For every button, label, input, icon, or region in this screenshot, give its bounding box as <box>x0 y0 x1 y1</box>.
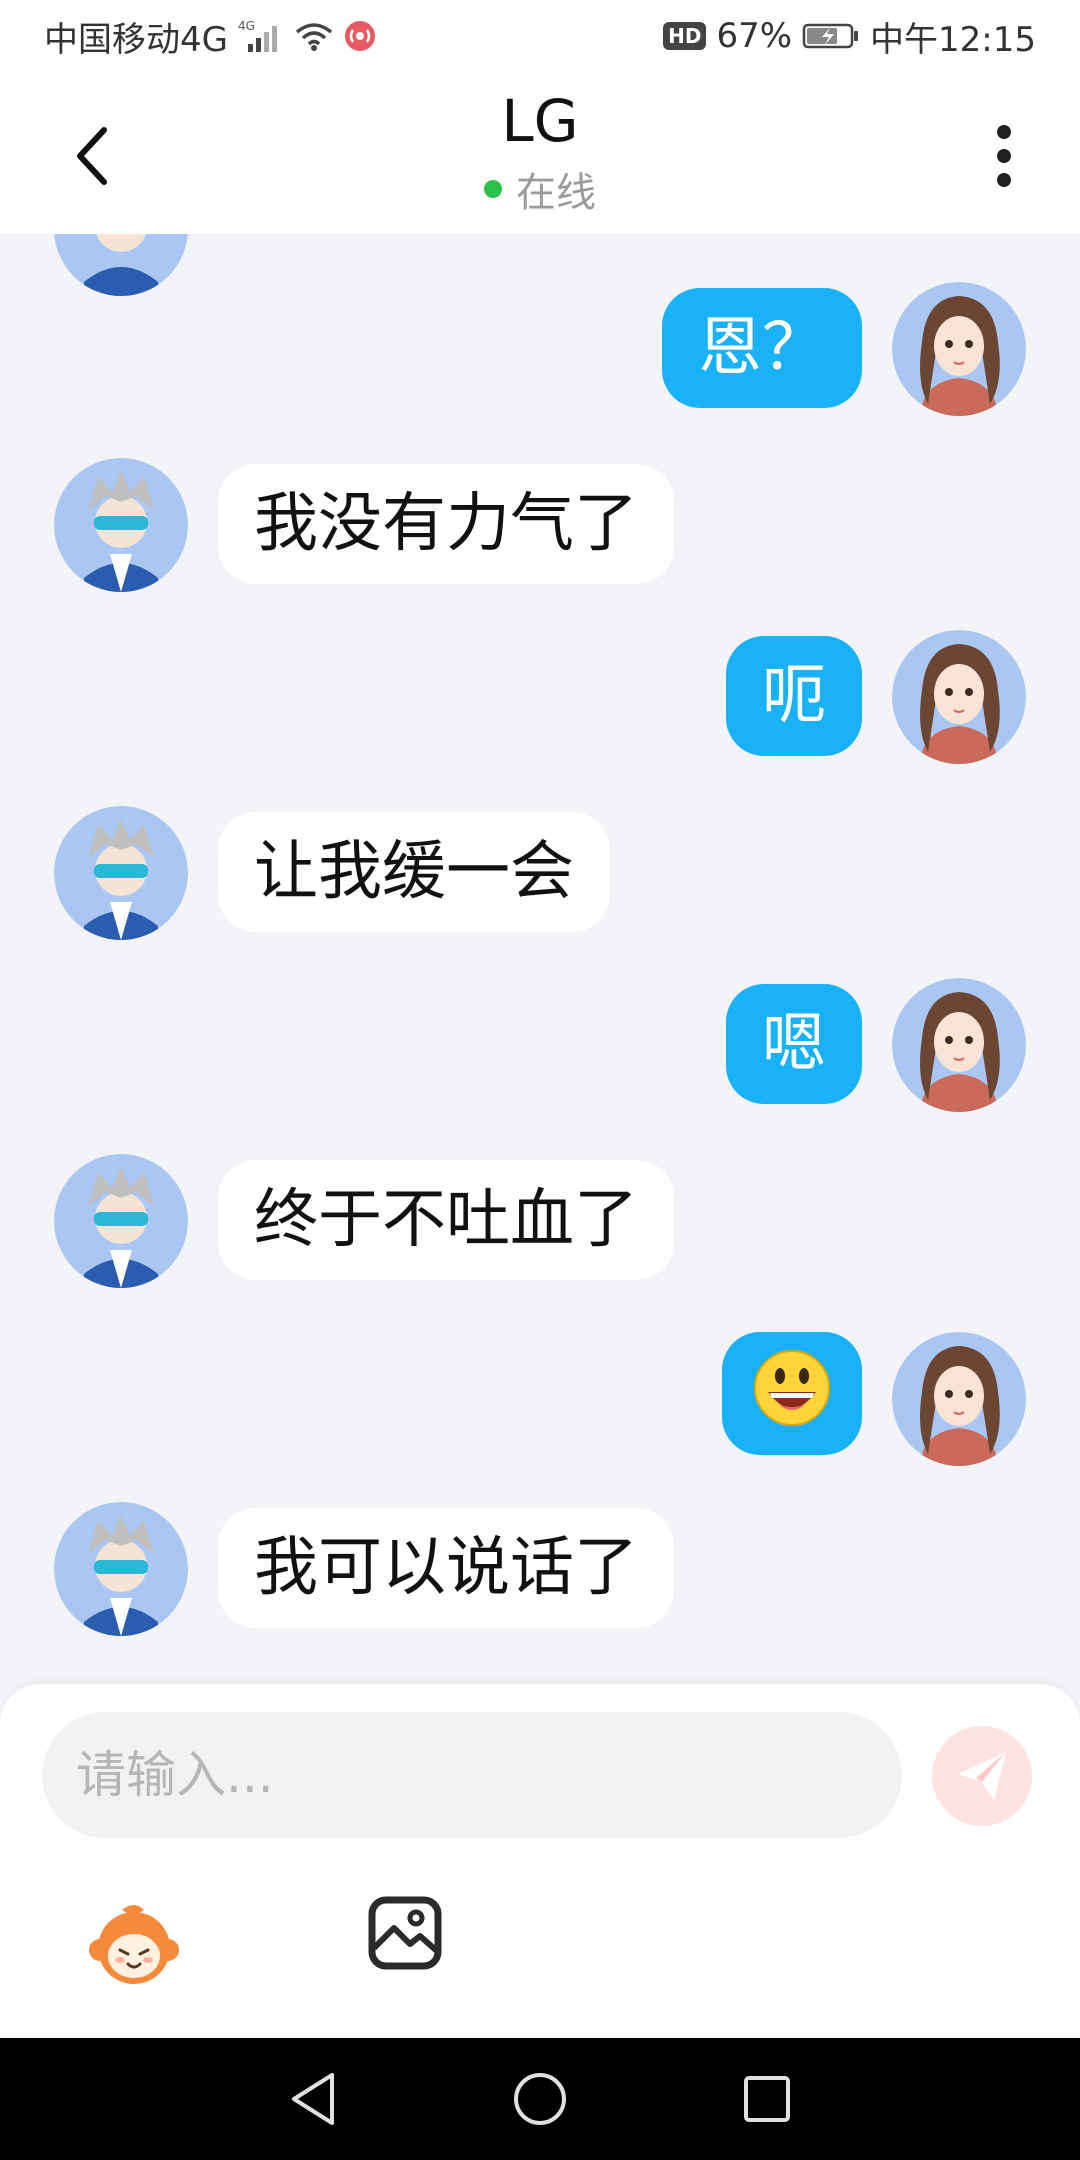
chat-header: LG 在线 <box>0 72 1080 234</box>
nav-home-button[interactable] <box>505 2064 575 2134</box>
contact-avatar[interactable] <box>54 806 188 940</box>
signal-icon: 4G <box>238 18 284 54</box>
incoming-bubble[interactable]: 我可以说话了 <box>218 1508 674 1628</box>
incoming-bubble[interactable]: 终于不吐血了 <box>218 1160 674 1280</box>
incoming-bubble[interactable]: 让我缓一会 <box>218 812 610 932</box>
svg-text:4G: 4G <box>238 19 255 33</box>
paper-plane-icon <box>958 1752 1006 1800</box>
hd-badge: HD <box>663 22 707 50</box>
sticker-button[interactable] <box>86 1896 182 1992</box>
status-left: 中国移动4G 4G <box>44 12 376 61</box>
emoji-bubble[interactable] <box>722 1332 862 1455</box>
home-circle-icon <box>513 2073 566 2125</box>
incoming-bubble[interactable]: 我没有力气了 <box>218 464 674 584</box>
outgoing-bubble[interactable]: 嗯 <box>726 984 862 1104</box>
status-bar: 中国移动4G 4G HD 67% 中午12:15 <box>0 0 1080 72</box>
image-icon <box>368 1896 442 1970</box>
nav-back-button[interactable] <box>278 2064 348 2134</box>
presence-status: 在线 <box>484 160 596 218</box>
clock: 中午12:15 <box>870 19 1036 60</box>
contact-avatar[interactable] <box>54 458 188 592</box>
outgoing-bubble[interactable]: 恩？ <box>662 288 862 408</box>
carrier-label: 中国移动4G <box>44 19 228 60</box>
contact-name: LG <box>501 87 579 155</box>
title-block: LG 在线 <box>0 87 1080 218</box>
smiley-emoji-icon <box>754 1350 830 1426</box>
composer-panel <box>0 1684 1080 2038</box>
online-dot-icon <box>484 179 502 198</box>
my-avatar[interactable] <box>892 978 1026 1112</box>
system-nav-bar <box>0 2038 1080 2160</box>
presence-label: 在线 <box>516 169 596 216</box>
outgoing-bubble[interactable]: 呃 <box>726 636 862 756</box>
my-avatar[interactable] <box>892 1332 1026 1466</box>
battery-percent: 67% <box>716 16 793 56</box>
recents-square-icon <box>743 2076 790 2122</box>
back-triangle-icon <box>292 2073 335 2125</box>
hotspot-icon <box>344 20 376 52</box>
contact-avatar[interactable] <box>54 1502 188 1636</box>
status-right: HD 67% 中午12:15 <box>663 12 1036 61</box>
my-avatar[interactable] <box>892 630 1026 764</box>
message-list[interactable]: 恩？ 我没有力气了 呃 让我缓一会 嗯 终于不吐血了 我可以说话了 <box>0 234 1080 1684</box>
more-options-button[interactable] <box>984 116 1024 196</box>
image-button[interactable] <box>368 1896 442 1970</box>
message-input[interactable] <box>42 1712 902 1838</box>
contact-avatar[interactable] <box>54 234 188 296</box>
sticker-icon <box>89 1905 179 1984</box>
more-vertical-icon <box>997 125 1011 187</box>
nav-recents-button[interactable] <box>732 2064 802 2134</box>
wifi-icon <box>294 20 334 52</box>
contact-avatar[interactable] <box>54 1154 188 1288</box>
send-button[interactable] <box>932 1726 1032 1826</box>
my-avatar[interactable] <box>892 282 1026 416</box>
battery-charging-icon <box>802 22 860 50</box>
